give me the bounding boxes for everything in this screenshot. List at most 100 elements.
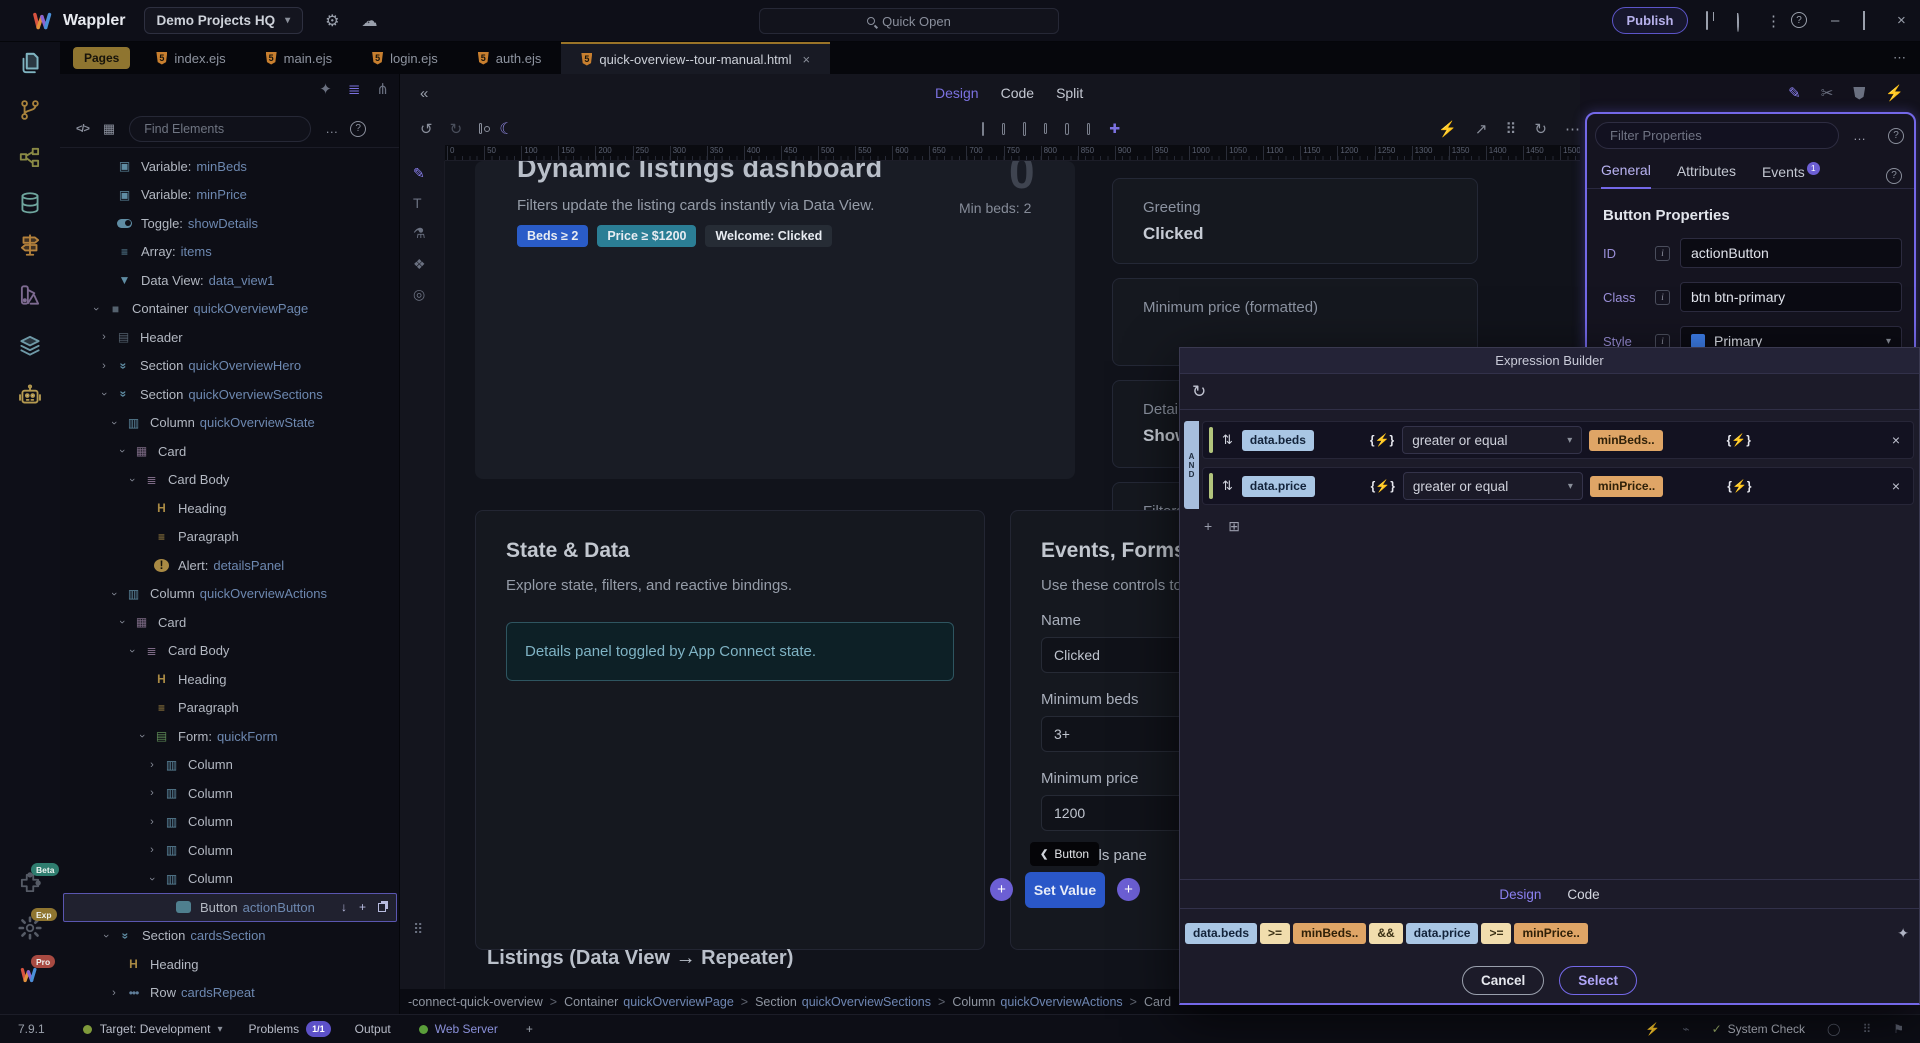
grid-icon[interactable]: ⠿ xyxy=(1862,1022,1871,1036)
tab-general[interactable]: General xyxy=(1601,162,1651,189)
dark-mode-icon[interactable]: ☾ xyxy=(499,119,513,139)
remove-condition-icon[interactable]: × xyxy=(1892,478,1900,494)
select-button[interactable]: Select xyxy=(1559,966,1637,995)
chevron-icon[interactable]: › xyxy=(146,759,158,771)
tree-item[interactable]: ›»SectionquickOverviewSections xyxy=(60,380,400,409)
outline-view-icon[interactable]: ≣ xyxy=(348,80,361,98)
tree-item[interactable]: ›▥ColumnquickOverviewState xyxy=(60,409,400,438)
breadcrumb-segment[interactable]: -connect-quick-overview xyxy=(408,995,543,1009)
text-tool-icon[interactable]: T xyxy=(413,195,422,211)
sort-icon[interactable]: ⇅ xyxy=(1222,432,1233,448)
file-tab[interactable]: 5main.ejs xyxy=(246,42,352,74)
chevron-icon[interactable]: › xyxy=(108,987,120,999)
paint-icon[interactable]: ❖ xyxy=(413,256,426,273)
tree-item[interactable]: ≡Paragraph xyxy=(60,694,400,723)
view-mode-code[interactable]: Code xyxy=(1001,85,1034,101)
tree-item[interactable]: ›▤Form:quickForm xyxy=(60,722,400,751)
tab-overflow-icon[interactable]: ⋯ xyxy=(1893,50,1906,66)
close-window-button[interactable]: × xyxy=(1897,12,1906,29)
minimize-button[interactable]: – xyxy=(1831,12,1839,29)
filter-properties-input[interactable] xyxy=(1595,122,1839,149)
web-server-button[interactable]: Web Server xyxy=(435,1022,498,1036)
refresh-icon[interactable]: ↻ xyxy=(1192,382,1206,402)
view-mode-split[interactable]: Split xyxy=(1056,85,1083,101)
wappler-w-icon[interactable]: Pro xyxy=(17,962,43,988)
canvas-more-icon[interactable]: ⋯ xyxy=(1565,120,1580,138)
node-tree-view-icon[interactable]: ⋔ xyxy=(376,80,389,98)
view-mode-design[interactable]: Design xyxy=(935,85,979,101)
breadcrumb-segment[interactable]: Card xyxy=(1144,995,1171,1009)
tree-item[interactable]: ›▥Column xyxy=(60,751,400,780)
left-operand-token[interactable]: data.beds xyxy=(1242,430,1314,451)
tree-item[interactable]: Toggle:showDetails xyxy=(60,209,400,238)
publish-button[interactable]: Publish xyxy=(1612,7,1688,34)
expression-token[interactable]: >= xyxy=(1481,923,1511,944)
tree-item[interactable]: HHeading xyxy=(60,950,400,979)
chevron-icon[interactable]: › xyxy=(136,730,148,742)
move-canvas-icon[interactable]: ✚ xyxy=(1109,121,1120,137)
properties-tabs-help-icon[interactable]: ? xyxy=(1886,168,1902,184)
move-down-icon[interactable]: ↓ xyxy=(341,900,347,914)
git-branch-icon[interactable] xyxy=(17,97,43,123)
problems-button[interactable]: Problems xyxy=(248,1022,299,1036)
components-icon[interactable]: ▦ xyxy=(103,121,115,137)
scissors-icon[interactable]: ✂ xyxy=(1821,84,1834,102)
file-tab[interactable]: 5index.ejs xyxy=(136,42,245,74)
chevron-icon[interactable]: › xyxy=(146,816,158,828)
binding-picker-icon[interactable]: {⚡} xyxy=(1370,433,1394,447)
id-input[interactable] xyxy=(1680,238,1902,268)
puzzle-icon[interactable]: Beta xyxy=(17,870,43,896)
quick-open-button[interactable]: Quick Open xyxy=(759,8,1059,34)
properties-help-icon[interactable]: ? xyxy=(1888,128,1904,144)
undo-icon[interactable]: ↺ xyxy=(420,120,433,138)
add-element-icon[interactable]: + xyxy=(359,900,366,914)
tab-attributes[interactable]: Attributes xyxy=(1677,163,1736,188)
cancel-button[interactable]: Cancel xyxy=(1462,966,1544,995)
tree-item[interactable]: ▣Variable:minBeds xyxy=(60,152,400,181)
expression-token[interactable]: minBeds.. xyxy=(1293,923,1366,944)
screenshot-camera-icon[interactable] xyxy=(479,123,482,134)
tree-item[interactable]: ›»SectionquickOverviewHero xyxy=(60,352,400,381)
tablet-small-icon[interactable] xyxy=(1002,123,1005,135)
output-button[interactable]: Output xyxy=(355,1022,391,1036)
tree-item[interactable]: ›▦Card xyxy=(60,608,400,637)
tree-item[interactable]: HHeading xyxy=(60,665,400,694)
properties-more-icon[interactable]: … xyxy=(1853,128,1866,143)
expression-token[interactable]: >= xyxy=(1260,923,1290,944)
tree-item[interactable]: ›▥ColumnquickOverviewActions xyxy=(60,580,400,609)
tree-item[interactable]: ›▥Column xyxy=(60,808,400,837)
chevron-icon[interactable]: › xyxy=(100,930,112,942)
chevron-icon[interactable]: › xyxy=(146,787,158,799)
tree-item[interactable]: ›▤Header xyxy=(60,323,400,352)
share-icon[interactable]: ↗ xyxy=(1475,120,1488,138)
eye-icon[interactable]: ◎ xyxy=(413,286,425,303)
form-field-input[interactable]: 1200 xyxy=(1041,795,1193,831)
breadcrumb-segment[interactable]: ContainerquickOverviewPage xyxy=(564,995,734,1009)
tree-item[interactable]: ≡Array:items xyxy=(60,238,400,267)
apps-grid-icon[interactable]: ⠿ xyxy=(1505,120,1516,138)
chevron-icon[interactable]: › xyxy=(146,873,158,885)
events-bolt-icon[interactable]: ⚡ xyxy=(1885,84,1904,102)
bolt-icon[interactable]: ⚡ xyxy=(1645,1022,1660,1036)
tree-item[interactable]: ≡Paragraph xyxy=(60,523,400,552)
right-operand-token[interactable]: minPrice.. xyxy=(1590,476,1663,497)
close-tab-icon[interactable]: × xyxy=(803,52,811,67)
nodes-icon[interactable] xyxy=(17,145,43,171)
tree-item[interactable]: ButtonactionButton↓+ xyxy=(63,893,397,922)
signpost-icon[interactable] xyxy=(17,232,43,258)
redo-icon[interactable]: ↻ xyxy=(450,120,463,138)
desktop-preview-icon[interactable] xyxy=(1065,123,1068,135)
form-field-input[interactable]: Clicked xyxy=(1041,637,1193,673)
chevron-icon[interactable]: › xyxy=(108,417,120,429)
project-selector[interactable]: Demo Projects HQ ▾ xyxy=(144,7,304,34)
panel-help-icon[interactable]: ? xyxy=(350,121,366,137)
pages-icon[interactable] xyxy=(17,50,43,76)
database-icon[interactable] xyxy=(17,190,43,216)
tree-item[interactable]: ›▥Column xyxy=(60,836,400,865)
properties-edit-icon[interactable]: ✎ xyxy=(1788,84,1801,102)
system-check-button[interactable]: ✓ System Check xyxy=(1712,1022,1805,1036)
operator-select[interactable]: greater or equal▾ xyxy=(1403,472,1583,500)
app-connect-bolt-icon[interactable]: ⚡ xyxy=(1438,120,1457,138)
set-value-button[interactable]: Set Value xyxy=(1025,872,1105,908)
tree-item[interactable]: ›≣Card Body xyxy=(60,637,400,666)
